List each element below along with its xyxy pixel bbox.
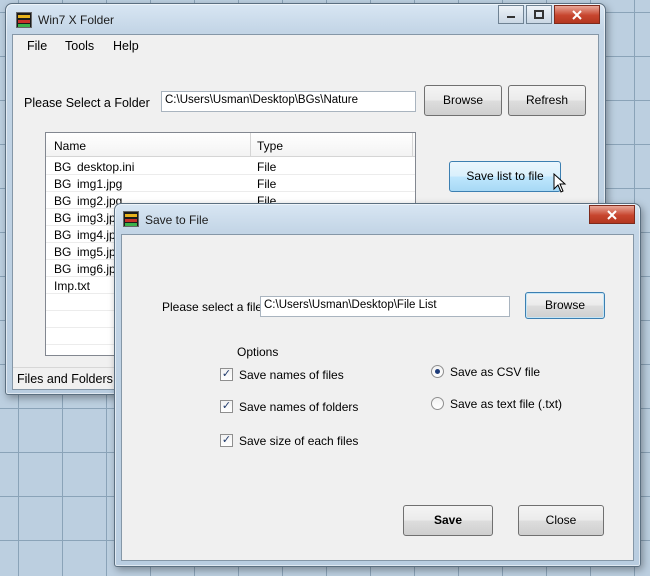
minimize-icon[interactable] <box>498 5 524 24</box>
save-folder-names-label[interactable]: Save names of folders <box>239 400 358 414</box>
menu-tools[interactable]: Tools <box>65 39 94 53</box>
column-separator[interactable] <box>412 133 413 157</box>
file-prefix: BG <box>54 211 72 225</box>
txt-radio-label[interactable]: Save as text file (.txt) <box>450 397 562 411</box>
dialog-client-area: Please select a file C:\Users\Usman\Desk… <box>121 234 634 561</box>
csv-radio-label[interactable]: Save as CSV file <box>450 365 540 379</box>
mouse-pointer-icon <box>553 173 567 193</box>
app-logo-icon <box>16 12 32 28</box>
file-label: Please select a file <box>162 300 263 314</box>
file-type: File <box>257 177 277 191</box>
file-prefix: BG <box>54 228 72 242</box>
folder-path-input[interactable]: C:\Users\Usman\Desktop\BGs\Nature <box>161 91 416 112</box>
menu-file[interactable]: File <box>27 39 47 53</box>
save-file-names-checkbox[interactable]: ✓ <box>220 368 233 381</box>
dialog-browse-button[interactable]: Browse <box>525 292 605 319</box>
save-file-names-label[interactable]: Save names of files <box>239 368 344 382</box>
menu-bar: File Tools Help <box>13 35 598 57</box>
close-icon[interactable] <box>554 5 600 24</box>
save-file-sizes-label[interactable]: Save size of each files <box>239 434 358 448</box>
main-window-title: Win7 X Folder <box>38 13 115 27</box>
column-separator[interactable] <box>250 133 251 157</box>
save-button[interactable]: Save <box>403 505 493 536</box>
file-name: Imp.txt <box>54 279 91 293</box>
file-prefix: BG <box>54 160 72 174</box>
column-name-header[interactable]: Name <box>54 139 86 153</box>
file-prefix: BG <box>54 262 72 276</box>
browse-button[interactable]: Browse <box>424 85 502 116</box>
save-folder-names-checkbox[interactable]: ✓ <box>220 400 233 413</box>
app-logo-icon <box>123 211 139 227</box>
file-prefix: BG <box>54 245 72 259</box>
dialog-titlebar[interactable]: Save to File <box>115 204 640 234</box>
table-row[interactable]: BG desktop.ini File <box>46 158 415 175</box>
main-titlebar[interactable]: Win7 X Folder <box>6 4 605 34</box>
table-row[interactable]: BG img1.jpg File <box>46 175 415 192</box>
txt-radio[interactable] <box>431 397 444 410</box>
folder-label: Please Select a Folder <box>24 96 150 110</box>
save-file-sizes-checkbox[interactable]: ✓ <box>220 434 233 447</box>
file-prefix: BG <box>54 194 72 208</box>
menu-help[interactable]: Help <box>113 39 139 53</box>
column-type-header[interactable]: Type <box>257 139 283 153</box>
status-text: Files and Folders a <box>17 372 124 386</box>
file-type: File <box>257 160 277 174</box>
dialog-title: Save to File <box>145 213 209 227</box>
maximize-icon[interactable] <box>526 5 552 24</box>
file-name: desktop.ini <box>77 160 135 174</box>
options-label: Options <box>237 345 279 359</box>
file-list-header: Name Type <box>46 133 415 157</box>
file-name: img1.jpg <box>77 177 123 191</box>
csv-radio[interactable] <box>431 365 444 378</box>
file-path-input[interactable]: C:\Users\Usman\Desktop\File List <box>260 296 510 317</box>
close-icon[interactable] <box>589 205 635 224</box>
close-button[interactable]: Close <box>518 505 604 536</box>
save-list-button[interactable]: Save list to file <box>449 161 561 192</box>
save-dialog: Save to File Please select a file C:\Use… <box>114 203 641 567</box>
file-prefix: BG <box>54 177 72 191</box>
refresh-button[interactable]: Refresh <box>508 85 586 116</box>
